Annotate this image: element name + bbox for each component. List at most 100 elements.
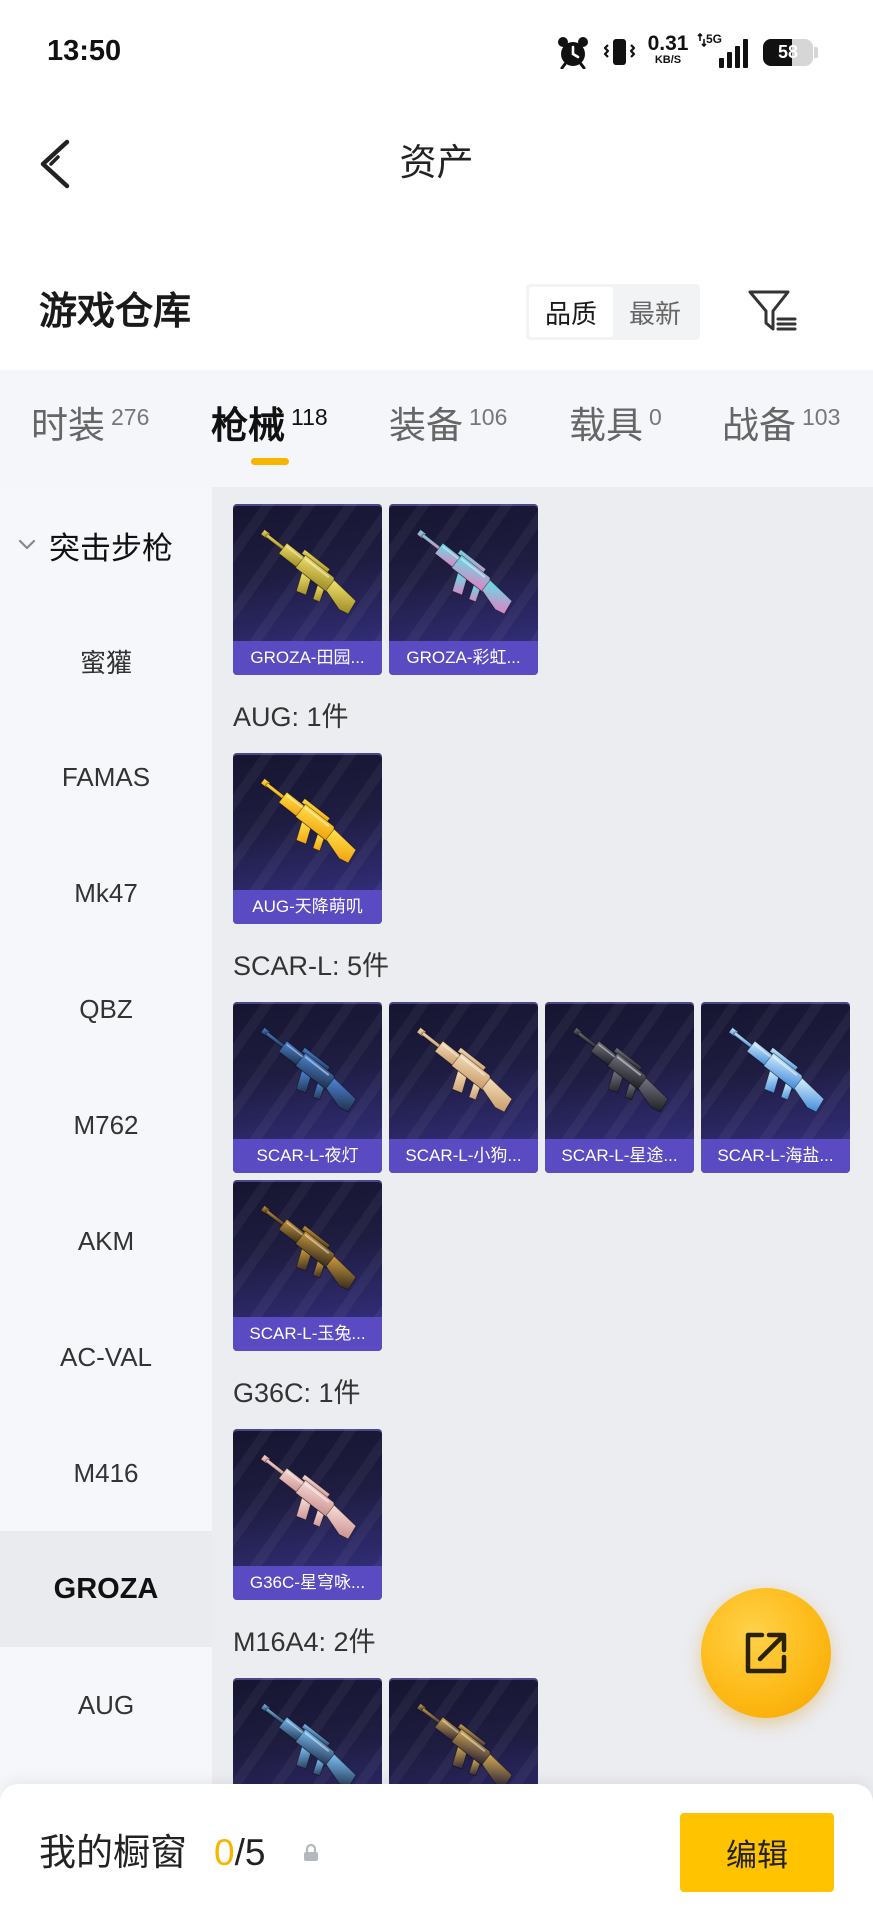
sidebar-item[interactable]: M762 [0,1067,212,1183]
sidebar-item-label: 蜜獾 [79,647,132,678]
tab-weapons[interactable]: 枪械 118 [211,400,328,456]
battery-percent: 58 [777,42,799,62]
sidebar-item[interactable]: Mk47 [0,835,212,951]
network-speed: 0.31 KB/S [644,33,692,67]
battery-icon: 58 [763,39,813,66]
skin-group-heading: AUG: 1件 [233,701,349,732]
tab-vehicles[interactable]: 载具 0 [569,400,662,456]
weapon-type-sidebar: 突击步枪 蜜獾 FAMAS Mk47 QBZ M762 AKM AC-VAL M416 GROZ… [0,487,212,1920]
signal-icon [719,39,748,68]
asset-category-tabs: 时装 276 枪械 118 装备 106 载具 0 战备 103 [0,370,873,487]
skin-card-label: GROZA-彩虹... [389,641,538,675]
sidebar-item[interactable]: AC-VAL [0,1299,212,1415]
skin-card-label: SCAR-L-玉兔... [233,1317,382,1351]
skin-card[interactable]: GROZA-彩虹... [389,504,538,675]
skin-card-label: AUG-天降萌叽 [233,890,382,924]
sidebar-item-label: Mk47 [74,877,138,908]
sidebar-item[interactable]: M416 [0,1415,212,1531]
sidebar-item[interactable]: AKM [0,1183,212,1299]
skin-card-label: G36C-星穹咏... [233,1566,382,1600]
skin-card[interactable]: SCAR-L-夜灯 [233,1002,382,1173]
network-speed-value: 0.31 [647,32,689,55]
sidebar-item-label: GROZA [53,1572,159,1605]
tab-label: 装备 [389,405,463,446]
skin-card-label: GROZA-田园... [233,641,382,675]
active-tab-indicator [251,458,289,465]
gun-skin-image [260,777,357,864]
skin-card[interactable]: G36C-星穹咏... [233,1429,382,1600]
skin-card[interactable]: SCAR-L-海盐... [701,1002,850,1173]
tab-label: 时装 [31,405,105,446]
page-title: 资产 [399,142,474,183]
edit-button[interactable]: 编辑 [680,1813,834,1892]
tab-outfits[interactable]: 时装 276 [31,400,149,456]
gun-skin-image [416,1026,513,1113]
sidebar-item[interactable]: QBZ [0,951,212,1067]
tab-count: 103 [802,404,841,430]
skin-group-heading: SCAR-L: 5件 [233,950,390,981]
tab-supplies[interactable]: 战备 103 [722,400,840,456]
share-fab-button[interactable] [701,1588,831,1718]
gun-skin-image [416,528,513,615]
showcase-used: 0 [214,1832,235,1873]
skin-card-label: SCAR-L-夜灯 [233,1139,382,1173]
filter-icon [748,290,797,331]
sidebar-item-label: QBZ [79,993,133,1024]
tab-label: 战备 [722,405,796,446]
sort-by-newest-button[interactable]: 最新 [613,287,697,337]
gun-skin-image [260,1204,357,1291]
battery-nub [814,47,818,58]
gun-skin-image [260,1453,357,1540]
skin-card[interactable]: SCAR-L-小狗... [389,1002,538,1173]
open-external-icon [745,1632,787,1674]
skin-card[interactable]: GROZA-田园... [233,504,382,675]
sidebar-item[interactable]: GROZA [0,1531,212,1647]
skin-card-grid: SCAR-L-夜灯 SCAR-L-小狗... SCAR-L-星途... SCAR-L-… [233,1002,858,1351]
skin-card-grid: AUG-天降萌叽 [233,753,858,924]
showcase-limit: /5 [234,1832,266,1873]
gun-skin-image [260,1026,357,1113]
skin-card-label: SCAR-L-海盐... [701,1139,850,1173]
vibrate-icon [603,39,636,65]
showcase-title: 我的橱窗 [39,1832,187,1873]
skin-card[interactable]: SCAR-L-玉兔... [233,1180,382,1351]
sort-toggle: 品质 最新 [526,284,700,340]
skin-card-grid: G36C-星穹咏... [233,1429,858,1600]
tab-label: 枪械 [211,405,285,446]
sidebar-item-label: M762 [73,1109,139,1140]
sidebar-item-label: AUG [77,1689,135,1720]
skin-card-grid: GROZA-田园... GROZA-彩虹... [233,504,858,675]
tab-label: 载具 [569,405,643,446]
lock-icon [304,1843,318,1861]
gun-skin-image [260,528,357,615]
tab-count: 118 [291,404,328,430]
sidebar-item[interactable]: AUG [0,1647,212,1763]
tab-count: 0 [649,404,662,430]
skin-card-label: SCAR-L-小狗... [389,1139,538,1173]
alarm-icon [558,37,588,69]
sidebar-item-label: FAMAS [61,761,151,792]
gun-skin-image [728,1026,825,1113]
tab-equipment[interactable]: 装备 106 [389,400,507,456]
sidebar-item-label: AKM [77,1225,135,1256]
tab-count: 106 [469,404,508,430]
warehouse-title: 游戏仓库 [39,291,192,333]
status-time: 13:50 [47,35,122,67]
sidebar-item-label: AC-VAL [60,1341,152,1372]
showcase-bottom-bar: 我的橱窗 0/5 编辑 [0,1784,873,1920]
skin-card[interactable]: SCAR-L-星途... [545,1002,694,1173]
chevron-down-icon [18,539,36,550]
sort-by-quality-button[interactable]: 品质 [529,287,613,337]
sidebar-item-label: M416 [73,1457,139,1488]
network-speed-unit: KB/S [654,54,682,66]
sidebar-category-header[interactable]: 突击步枪 [0,487,212,603]
sidebar-item[interactable]: 蜜獾 [0,603,212,719]
sidebar-category-label: 突击步枪 [49,530,173,566]
sidebar-item[interactable]: FAMAS [0,719,212,835]
skin-card[interactable]: AUG-天降萌叽 [233,753,382,924]
status-bar: 13:50 0.31 KB/S 5G 58 [0,0,873,104]
skin-group-heading: G36C: 1件 [233,1377,361,1408]
gun-skin-image [572,1026,669,1113]
filter-button[interactable] [746,287,798,335]
skin-card-label: SCAR-L-星途... [545,1139,694,1173]
